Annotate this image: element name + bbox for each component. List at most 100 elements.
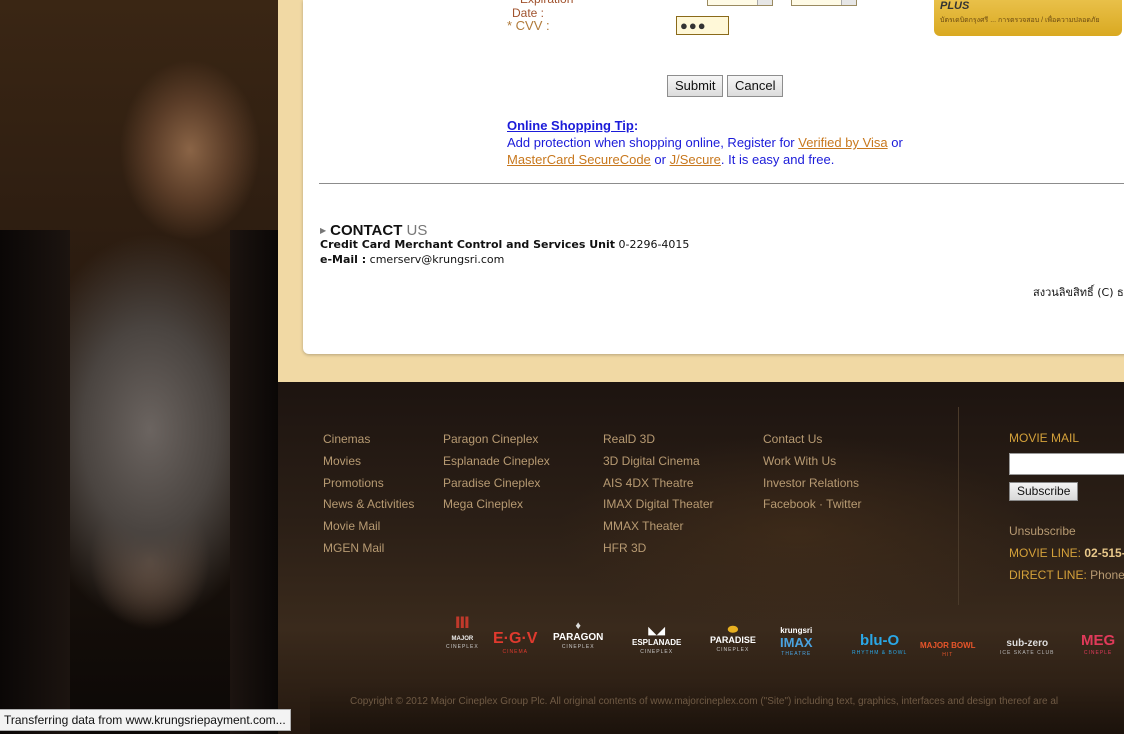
footer-link-contact[interactable]: Contact Us [763, 429, 862, 451]
logo-sub-zero[interactable]: sub-zero ICE SKATE CLUB [1000, 638, 1054, 656]
logo-krungsri-imax[interactable]: krungsri IMAX THEATRE [780, 626, 813, 657]
logo-bluo-name: blu-O [860, 632, 900, 649]
footer-link-3d-digital[interactable]: 3D Digital Cinema [603, 451, 714, 473]
logo-paradise-mark-icon: ⬬ [727, 622, 739, 636]
footer-link-esplanade[interactable]: Esplanade Cineplex [443, 451, 550, 473]
expiry-label: * Expiration Date : [512, 0, 573, 20]
movie-line-value: 02-515- [1084, 546, 1124, 560]
tip-title-link[interactable]: Online Shopping Tip [507, 118, 634, 133]
logo-paragon[interactable]: ♦ PARAGON CINEPLEX [553, 620, 603, 650]
logo-esplanade-name: ESPLANADE [632, 638, 682, 647]
direct-line: DIRECT LINE: Phone [1009, 568, 1124, 582]
expiry-year-select[interactable] [791, 0, 857, 6]
footer-copyright: Copyright © 2012 Major Cineplex Group Pl… [350, 696, 1059, 707]
tip-line-2: MasterCard SecureCode or J/Secure. It is… [507, 151, 834, 168]
logo-imax-sub: THEATRE [781, 651, 812, 657]
logo-major-bowl-name: MAJOR BOWL [920, 641, 976, 650]
contact-email-line: e-Mail : cmerserv@krungsri.com [320, 253, 504, 266]
payment-panel [303, 0, 1124, 354]
logo-major-bowl[interactable]: MAJOR BOWL HIT [920, 640, 976, 658]
logo-bluo[interactable]: blu-O RHYTHM & BOWL [852, 632, 907, 656]
logo-mega-name: MEG [1081, 632, 1116, 649]
logo-esplanade[interactable]: ◣◢ ESPLANADE CINEPLEX [632, 626, 682, 656]
footer-link-movies[interactable]: Movies [323, 451, 414, 473]
logo-paradise-sub: CINEPLEX [716, 647, 750, 653]
movie-mail-email-input[interactable] [1009, 453, 1124, 475]
footer-social-row: Facebook · Twitter [763, 494, 862, 516]
plus-card-text: บัตรเดบิตกรุงศรี ... การตรวจสอบ / เพื่อค… [940, 17, 1100, 24]
tip-title-line: Online Shopping Tip: [507, 117, 638, 134]
bullet-arrow-icon: ▶ [320, 226, 327, 235]
cvv-label: * CVV : [507, 18, 550, 33]
expiry-month-select[interactable] [707, 0, 773, 6]
footer-link-news[interactable]: News & Activities [323, 494, 414, 516]
logo-paragon-mark-icon: ♦ [575, 620, 581, 632]
logo-egv-sub: CINEMA [502, 649, 528, 655]
tip-text-suffix: . It is easy and free. [720, 152, 835, 167]
footer-link-paradise[interactable]: Paradise Cineplex [443, 473, 550, 495]
tip-text-prefix: Add protection when shopping online, Reg… [507, 135, 799, 150]
plus-card-banner: PLUS บัตรเดบิตกรุงศรี ... การตรวจสอบ / เ… [934, 0, 1122, 36]
unsubscribe-link[interactable]: Unsubscribe [1009, 524, 1076, 538]
footer-col-tech: RealD 3D 3D Digital Cinema AIS 4DX Theat… [603, 429, 714, 560]
movie-line-label: MOVIE LINE: [1009, 546, 1085, 560]
plus-logo: PLUS [940, 0, 970, 12]
footer-link-paragon[interactable]: Paragon Cineplex [443, 429, 550, 451]
footer-link-movie-mail[interactable]: Movie Mail [323, 516, 414, 538]
verified-by-visa-link[interactable]: Verified by Visa [798, 135, 887, 150]
footer-link-hfr[interactable]: HFR 3D [603, 538, 714, 560]
logo-major-sub: CINEPLEX [446, 644, 479, 650]
logo-krungsri-name: krungsri [780, 626, 813, 635]
footer-link-investor[interactable]: Investor Relations [763, 473, 862, 495]
poster-shadow-right [230, 230, 278, 734]
contact-unit-line: Credit Card Merchant Control and Service… [320, 238, 689, 251]
contact-title: CONTACT [330, 222, 403, 239]
brand-logos: Ⅲ MAJOR CINEPLEX E·G·V CINEMA ♦ PARAGON … [0, 615, 1124, 659]
logo-sub-zero-name: sub-zero [1006, 638, 1049, 649]
subscribe-button[interactable]: Subscribe [1009, 482, 1079, 501]
footer-copyright-band [310, 684, 1124, 734]
logo-major-cineplex[interactable]: Ⅲ MAJOR CINEPLEX [446, 615, 479, 651]
poster-shadow-left [0, 230, 70, 734]
contact-email-label: e-Mail : [320, 253, 367, 266]
logo-egv[interactable]: E·G·V CINEMA [493, 630, 537, 655]
tip-line-1: Add protection when shopping online, Reg… [507, 134, 903, 151]
logo-paragon-sub: CINEPLEX [561, 644, 595, 650]
footer-link-facebook[interactable]: Facebook [763, 497, 816, 511]
footer-link-cinemas[interactable]: Cinemas [323, 429, 414, 451]
logo-mega-cineplex[interactable]: MEG CINEPLE [1081, 632, 1115, 656]
logo-paragon-name: PARAGON [553, 632, 604, 643]
logo-bluo-sub: RHYTHM & BOWL [852, 650, 908, 656]
jsecure-link[interactable]: J/Secure [670, 152, 721, 167]
contact-unit-label: Credit Card Merchant Control and Service… [320, 238, 615, 251]
contact-title-us: US [402, 222, 428, 239]
footer-link-twitter[interactable]: Twitter [826, 497, 861, 511]
contact-unit-phone: 0-2296-4015 [618, 238, 690, 251]
footer-link-promotions[interactable]: Promotions [323, 473, 414, 495]
cancel-button[interactable]: Cancel [727, 75, 784, 97]
tip-text-or: or [887, 135, 903, 150]
footer-link-reald[interactable]: RealD 3D [603, 429, 714, 451]
footer-link-mega[interactable]: Mega Cineplex [443, 494, 550, 516]
logo-paradise[interactable]: ⬬ PARADISE CINEPLEX [710, 622, 756, 653]
mastercard-securecode-link[interactable]: MasterCard SecureCode [507, 152, 651, 167]
logo-major-mark-icon: Ⅲ [454, 615, 470, 632]
contact-email: cmerserv@krungsri.com [369, 253, 505, 266]
footer-col-cinemas: Paragon Cineplex Esplanade Cineplex Para… [443, 429, 550, 516]
footer-link-imax[interactable]: IMAX Digital Theater [603, 494, 714, 516]
footer-link-4dx[interactable]: AIS 4DX Theatre [603, 473, 714, 495]
browser-status-bar: Transferring data from www.krungsriepaym… [0, 709, 291, 731]
footer-col-company: Contact Us Work With Us Investor Relatio… [763, 429, 862, 516]
logo-egv-name: E·G·V [493, 630, 538, 647]
cvv-input[interactable]: ●●● [676, 16, 729, 35]
footer-link-mmax[interactable]: MMAX Theater [603, 516, 714, 538]
logo-paradise-name: PARADISE [710, 635, 756, 645]
footer-link-mgen-mail[interactable]: MGEN Mail [323, 538, 414, 560]
logo-major-bowl-sub: HIT [942, 652, 954, 658]
divider [319, 183, 1124, 184]
direct-line-label: DIRECT LINE: [1009, 568, 1091, 582]
submit-button[interactable]: Submit [667, 75, 724, 97]
logo-sub-zero-sub: ICE SKATE CLUB [1000, 650, 1055, 656]
footer-link-work[interactable]: Work With Us [763, 451, 862, 473]
logo-mega-sub: CINEPLE [1083, 650, 1113, 656]
